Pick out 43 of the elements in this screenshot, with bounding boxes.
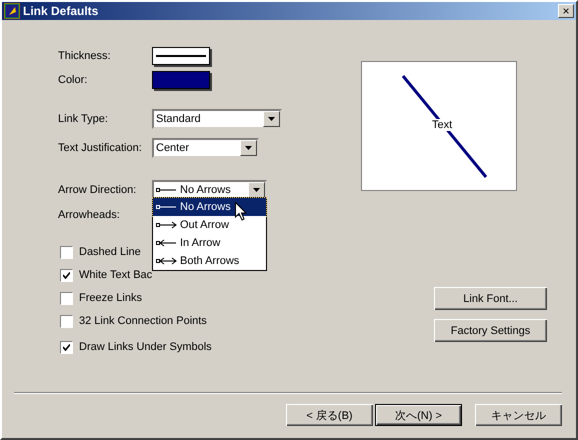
line-thickness-icon [156,55,206,57]
link-type-dropdown[interactable]: Standard [152,109,282,129]
footer-button[interactable]: < 戻る(B) [286,404,373,426]
field-label: Thickness: [58,50,112,62]
arrow-style-icon [156,185,177,195]
field-label: Arrow Direction: [58,184,138,196]
field-label: Link Type: [58,113,109,125]
arrow-style-icon [156,238,177,248]
caret-icon [245,146,252,150]
arrow-style-icon [156,220,177,230]
check-icon [63,272,70,278]
checkbox[interactable] [60,340,73,354]
app-icon [4,3,20,19]
checkbox-label: Dashed Line [79,246,141,258]
checkbox[interactable] [60,268,73,282]
side-button[interactable]: Factory Settings [434,319,547,342]
field-label: Text Justification: [58,142,143,154]
field-label: Color: [58,74,88,86]
preview-text: Text [432,119,452,131]
dropdown-option[interactable]: No Arrows [153,198,266,216]
thickness-swatch[interactable] [152,47,210,65]
arrow-style-icon [156,256,177,266]
close-button[interactable]: × [558,4,574,18]
caret-icon [268,117,275,121]
checkbox-label: Freeze Links [79,292,142,304]
checkbox-label: Draw Links Under Symbols [79,341,212,353]
link-line-icon [402,75,488,179]
arrow-style-icon [156,202,177,212]
checkbox-label: 32 Link Connection Points [79,315,207,327]
footer-button[interactable]: 次へ(N) > [375,404,462,426]
justification-dropdown[interactable]: Center [152,138,259,158]
side-button[interactable]: Link Font... [434,287,547,310]
window-title: Link Defaults [23,4,100,18]
checkbox-label: White Text Bac [79,269,152,281]
checkbox[interactable] [60,246,73,258]
field-label: Arrowheads: [58,209,121,221]
check-icon [63,344,70,350]
caret-icon [253,188,260,192]
color-swatch[interactable] [152,71,210,89]
mouse-pointer-icon [235,202,247,221]
footer-button[interactable]: キャンセル [475,404,562,426]
checkbox[interactable] [60,292,73,304]
checkbox[interactable] [60,314,73,328]
